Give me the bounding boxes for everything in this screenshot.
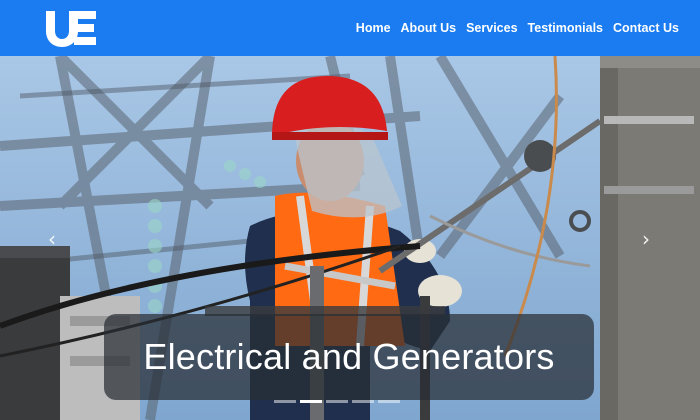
carousel-next-button[interactable]: ›: [634, 226, 658, 252]
carousel-indicator-3[interactable]: [326, 400, 348, 403]
carousel-prev-button[interactable]: ‹: [40, 226, 64, 252]
carousel-indicator-1[interactable]: [274, 400, 296, 403]
carousel-indicator-4[interactable]: [352, 400, 374, 403]
main-nav: Home About Us Services Testimonials Cont…: [351, 21, 684, 35]
nav-services-link[interactable]: Services: [461, 21, 522, 35]
hero-carousel: ‹ › Electrical and Generators: [0, 56, 700, 420]
carousel-indicator-5[interactable]: [378, 400, 400, 403]
logo-ue[interactable]: [44, 9, 98, 47]
nav-testimonials-link[interactable]: Testimonials: [523, 21, 608, 35]
nav-about-link[interactable]: About Us: [396, 21, 462, 35]
carousel-indicators: [274, 400, 400, 403]
carousel-caption: Electrical and Generators: [104, 314, 594, 400]
caption-title: Electrical and Generators: [143, 336, 555, 377]
navbar: Home About Us Services Testimonials Cont…: [0, 0, 700, 56]
nav-home-link[interactable]: Home: [351, 21, 396, 35]
nav-contact-link[interactable]: Contact Us: [608, 21, 684, 35]
carousel-indicator-2[interactable]: [300, 400, 322, 403]
